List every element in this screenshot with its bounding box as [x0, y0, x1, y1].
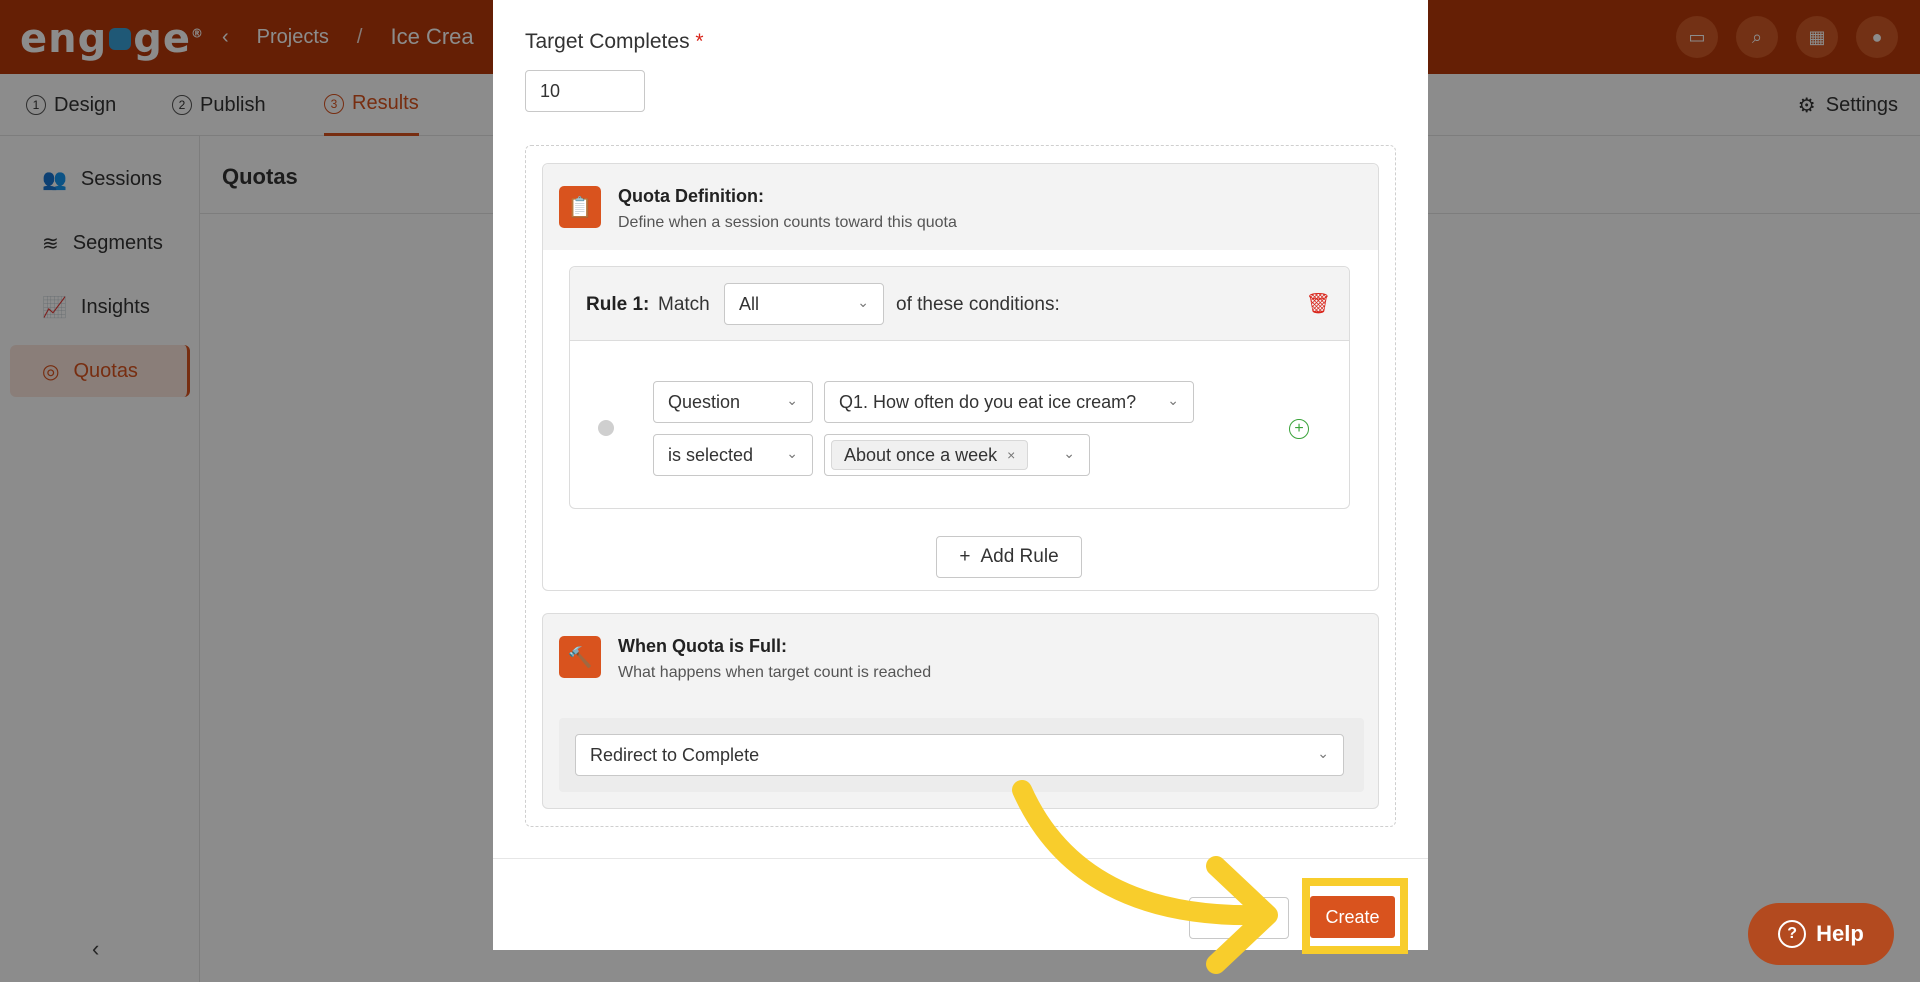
plus-icon: +: [959, 546, 971, 567]
select-value: Question: [668, 391, 741, 412]
chevron-down-icon: ⌄: [1317, 745, 1329, 761]
rule-label: Rule 1:: [586, 294, 650, 315]
drag-handle[interactable]: [598, 420, 614, 436]
required-mark: *: [695, 30, 704, 53]
select-value: Redirect to Complete: [590, 744, 760, 765]
quota-full-card: 🔨 When Quota is Full: What happens when …: [542, 613, 1379, 809]
full-action-select[interactable]: Redirect to Complete ⌄: [575, 734, 1344, 776]
card-title: Quota Definition:: [618, 186, 764, 206]
remove-chip-icon[interactable]: ×: [1007, 447, 1015, 463]
button-label: Add Rule: [980, 546, 1059, 567]
chip-label: About once a week: [844, 444, 998, 465]
answer-chip: About once a week ×: [831, 440, 1029, 470]
help-button[interactable]: ? Help: [1748, 903, 1894, 965]
chevron-down-icon: ⌄: [1063, 445, 1075, 461]
add-rule-button[interactable]: + Add Rule: [936, 536, 1082, 578]
select-value: All: [739, 293, 760, 314]
rule-box: Rule 1: Match All ⌄ of these conditions:…: [569, 266, 1350, 509]
question-icon: ?: [1778, 920, 1807, 948]
hammer-icon: 🔨: [559, 636, 601, 678]
chevron-down-icon: ⌄: [786, 445, 798, 461]
quota-definition-card: 📋 Quota Definition: Define when a sessio…: [542, 163, 1379, 591]
match-label: Match: [658, 294, 710, 315]
card-header: 📋 Quota Definition: Define when a sessio…: [543, 164, 1378, 250]
match-select[interactable]: All ⌄: [724, 283, 884, 325]
chevron-down-icon: ⌄: [1167, 392, 1179, 408]
clipboard-icon: 📋: [559, 186, 601, 228]
chevron-down-icon: ⌄: [786, 392, 798, 408]
action-select-wrapper: Redirect to Complete ⌄: [559, 718, 1364, 792]
target-completes-label: Target Completes *: [525, 30, 704, 54]
create-quota-modal: Target Completes * 📋 Quota Definition: D…: [493, 0, 1428, 950]
select-value: is selected: [668, 444, 754, 465]
trash-icon[interactable]: 🗑: [1306, 291, 1331, 316]
help-label: Help: [1816, 921, 1864, 946]
chevron-down-icon: ⌄: [857, 294, 869, 310]
answer-select[interactable]: About once a week × ⌄: [824, 434, 1090, 476]
select-value: Q1. How often do you eat ice cream?: [839, 391, 1137, 412]
card-title: When Quota is Full:: [618, 636, 787, 656]
conditions-label: of these conditions:: [896, 294, 1060, 315]
label-text: Target Completes: [525, 30, 690, 53]
add-condition-icon[interactable]: +: [1289, 419, 1309, 439]
field-type-select[interactable]: Question ⌄: [653, 381, 813, 423]
card-subtitle: Define when a session counts toward this…: [618, 214, 957, 231]
card-header: 🔨 When Quota is Full: What happens when …: [543, 614, 1378, 700]
footer-divider: [493, 858, 1428, 859]
cancel-button[interactable]: [1189, 897, 1289, 939]
create-highlight-box: [1302, 878, 1408, 954]
operator-select[interactable]: is selected ⌄: [653, 434, 813, 476]
target-completes-input[interactable]: [525, 70, 645, 112]
card-subtitle: What happens when target count is reache…: [618, 664, 932, 681]
question-select[interactable]: Q1. How often do you eat ice cream? ⌄: [824, 381, 1194, 423]
rule-header: Rule 1: Match All ⌄ of these conditions:…: [570, 267, 1349, 341]
